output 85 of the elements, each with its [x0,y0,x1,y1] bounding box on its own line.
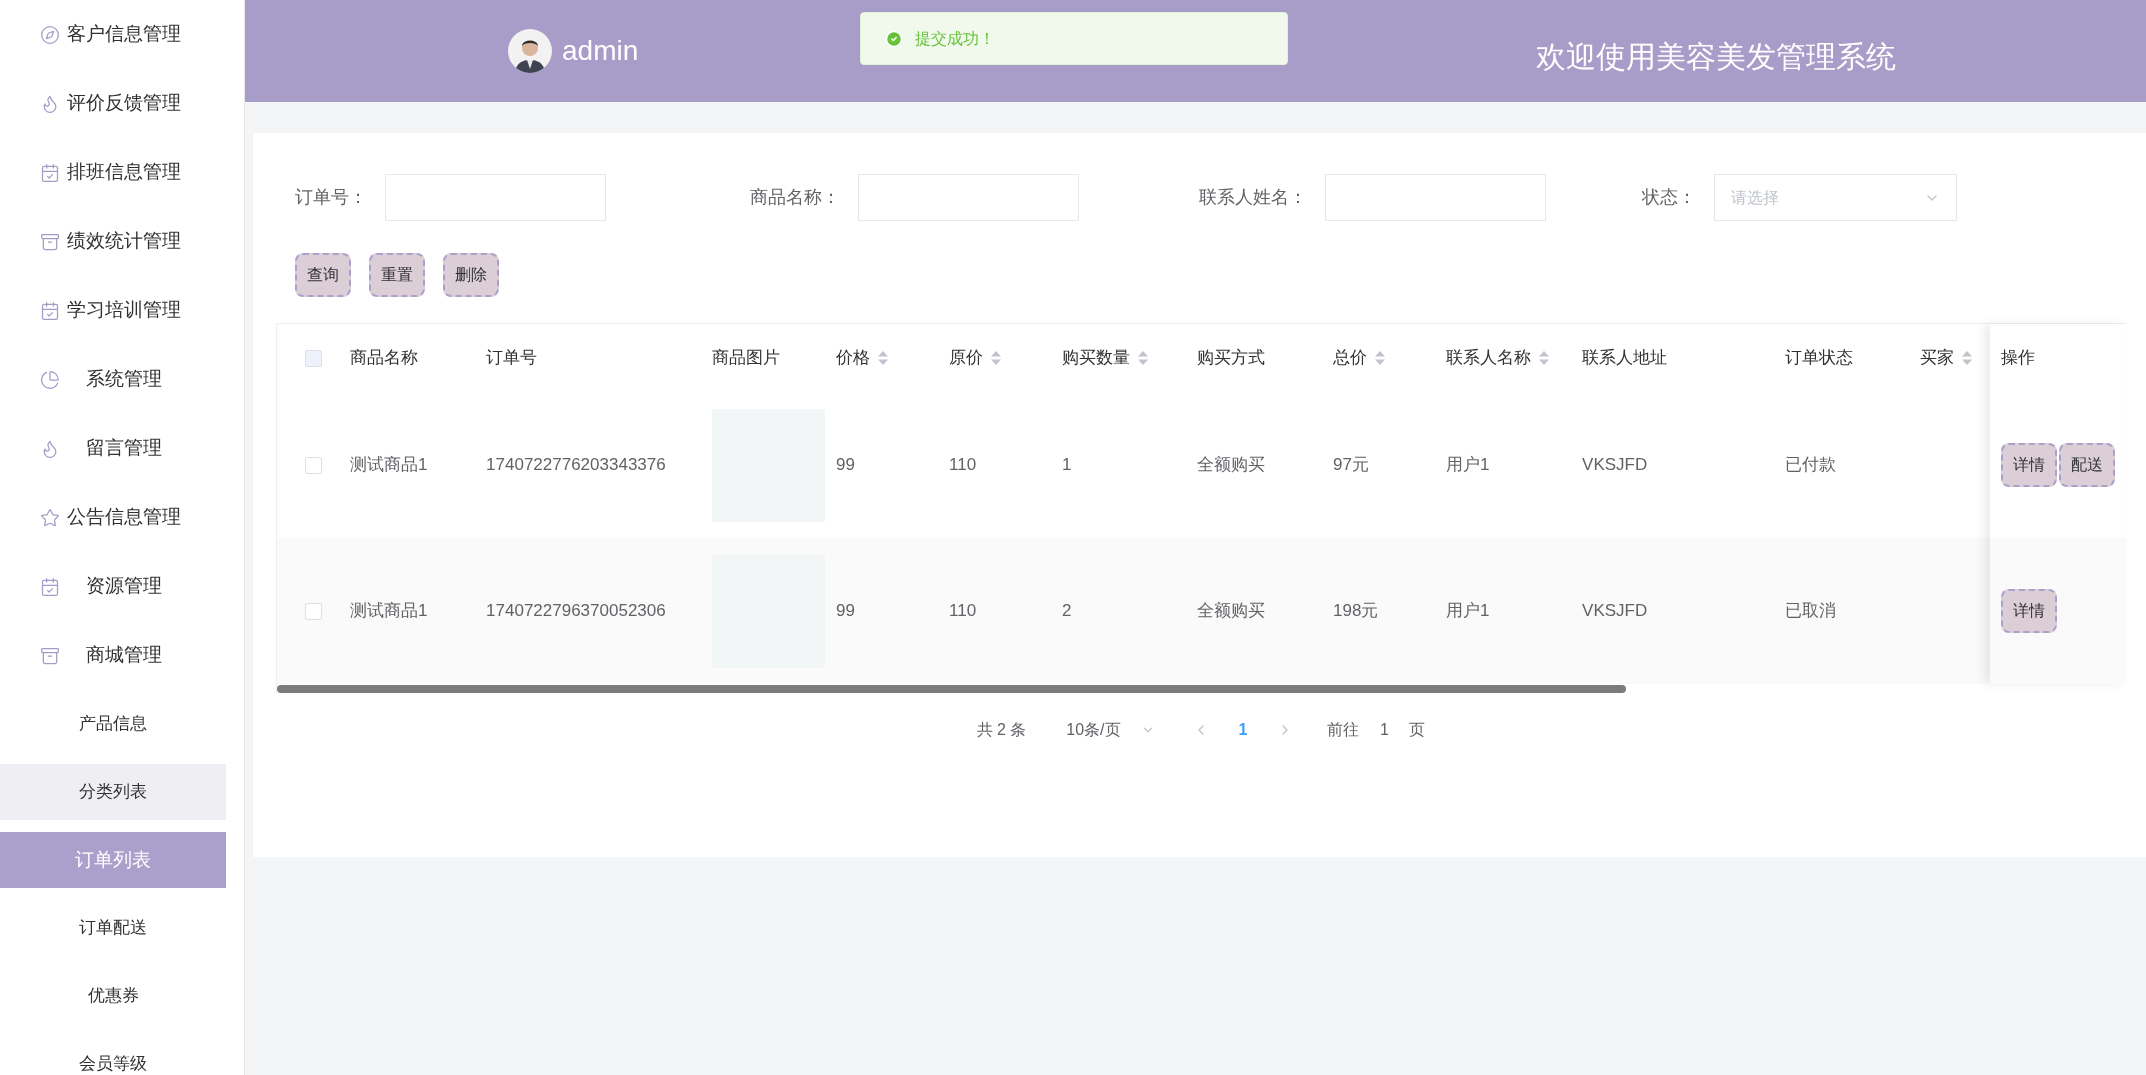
toolbar-button[interactable]: 重置 [369,253,425,297]
filter-input[interactable] [385,174,606,221]
sidebar-item[interactable]: 绩效统计管理 [0,207,226,276]
success-icon [885,29,903,48]
submenu-item[interactable]: 分类列表 [0,764,226,820]
sidebar-item[interactable]: 学习培训管理 [0,276,226,345]
table-cell-text: 2 [1062,600,1072,623]
table-cell-text: 97元 [1333,454,1369,477]
toolbar-button[interactable]: 查询 [295,253,351,297]
goto-page-input[interactable]: 1 [1359,718,1410,742]
column-header: 订单状态 [1785,347,1854,370]
sort-icon[interactable] [1375,351,1386,365]
table-cell-text: 全额购买 [1197,454,1266,477]
table-cell-text: 用户1 [1446,600,1490,623]
sort-icon[interactable] [878,351,889,365]
row-action-button[interactable]: 详情 [2001,443,2058,487]
sidebar-item[interactable]: 商城管理 [0,621,226,690]
archive-icon [40,645,60,666]
table-cell-text: 测试商品1 [350,600,428,623]
sidebar-item[interactable]: 系统管理 [0,345,226,414]
column-header[interactable]: 价格 [836,345,889,371]
row-checkbox[interactable] [305,349,323,367]
page-size-select[interactable]: 10条/页 [1066,718,1159,742]
column-header: 联系人地址 [1582,347,1668,370]
sidebar-item[interactable]: 评价反馈管理 [0,69,226,138]
row-action-button[interactable]: 配送 [2059,443,2116,487]
table-cell-text: 1740722796370052306 [486,600,666,623]
sort-icon[interactable] [1962,351,1973,365]
column-header: 操作 [2001,347,2036,370]
sidebar-item[interactable]: 客户信息管理 [0,0,226,69]
sidebar-item[interactable]: 留言管理 [0,414,226,483]
horizontal-scrollbar[interactable] [277,685,1626,693]
archive-icon [40,231,60,252]
table-cell-text: VKSJFD [1582,600,1648,623]
sort-icon[interactable] [991,351,1002,365]
table-cell-text: 1740722776203343376 [486,454,666,477]
goto-label: 前往 [1327,720,1360,740]
filter-label: 商品名称： [750,186,840,209]
column-header: 购买方式 [1197,347,1266,370]
column-header[interactable]: 总价 [1333,345,1386,371]
column-header[interactable]: 买家 [1920,345,1973,371]
sidebar-item[interactable]: 公告信息管理 [0,483,226,552]
calendar-check-icon [40,162,60,183]
table-cell-text: 测试商品1 [350,454,428,477]
sort-icon[interactable] [1138,351,1149,365]
row-action-button[interactable]: 详情 [2001,589,2058,633]
table-cell-text: 已取消 [1785,600,1837,623]
column-header[interactable]: 购买数量 [1062,345,1149,371]
row-checkbox[interactable] [305,456,323,474]
table-cell-text: 110 [949,600,977,623]
filter-label: 订单号： [295,186,367,209]
table-cell-text: 1 [1062,454,1072,477]
column-header: 订单号 [486,347,538,370]
table-cell-text: 110 [949,454,977,477]
filter-label: 联系人姓名： [1199,186,1307,209]
sort-icon[interactable] [1539,351,1550,365]
table-cell-text: VKSJFD [1582,454,1648,477]
calendar-check-icon [40,576,60,597]
system-title: 欢迎使用美容美发管理系统 [1536,38,1896,75]
avatar-icon [508,29,552,73]
user-name: admin [562,34,639,68]
table-cell-text: 用户1 [1446,454,1490,477]
sidebar-item[interactable]: 排班信息管理 [0,138,226,207]
table-cell-text: 全额购买 [1197,600,1266,623]
total-count: 共 2 条 [976,720,1027,740]
sidebar-item[interactable]: 资源管理 [0,552,226,621]
column-header[interactable]: 原价 [949,345,1002,371]
toolbar-button[interactable]: 删除 [443,253,499,297]
calendar-check-icon [40,300,60,321]
column-header: 商品名称 [350,347,419,370]
table-cell-text: 99 [836,600,855,623]
table-cell-text: 99 [836,454,855,477]
filter-label: 状态： [1642,186,1696,209]
table-cell-text: 已付款 [1785,454,1837,477]
filter-input[interactable] [1325,174,1546,221]
toast-message: 提交成功！ [915,28,995,49]
goto-suffix: 页 [1409,720,1426,740]
compass-icon [40,24,60,45]
star-icon [40,507,60,528]
filter-input[interactable] [858,174,1079,221]
pie-chart-icon [40,369,60,390]
column-header: 商品图片 [712,347,781,370]
table-cell-text: 198元 [1333,600,1379,623]
column-header[interactable]: 联系人名称 [1446,345,1550,371]
row-checkbox[interactable] [305,602,323,620]
